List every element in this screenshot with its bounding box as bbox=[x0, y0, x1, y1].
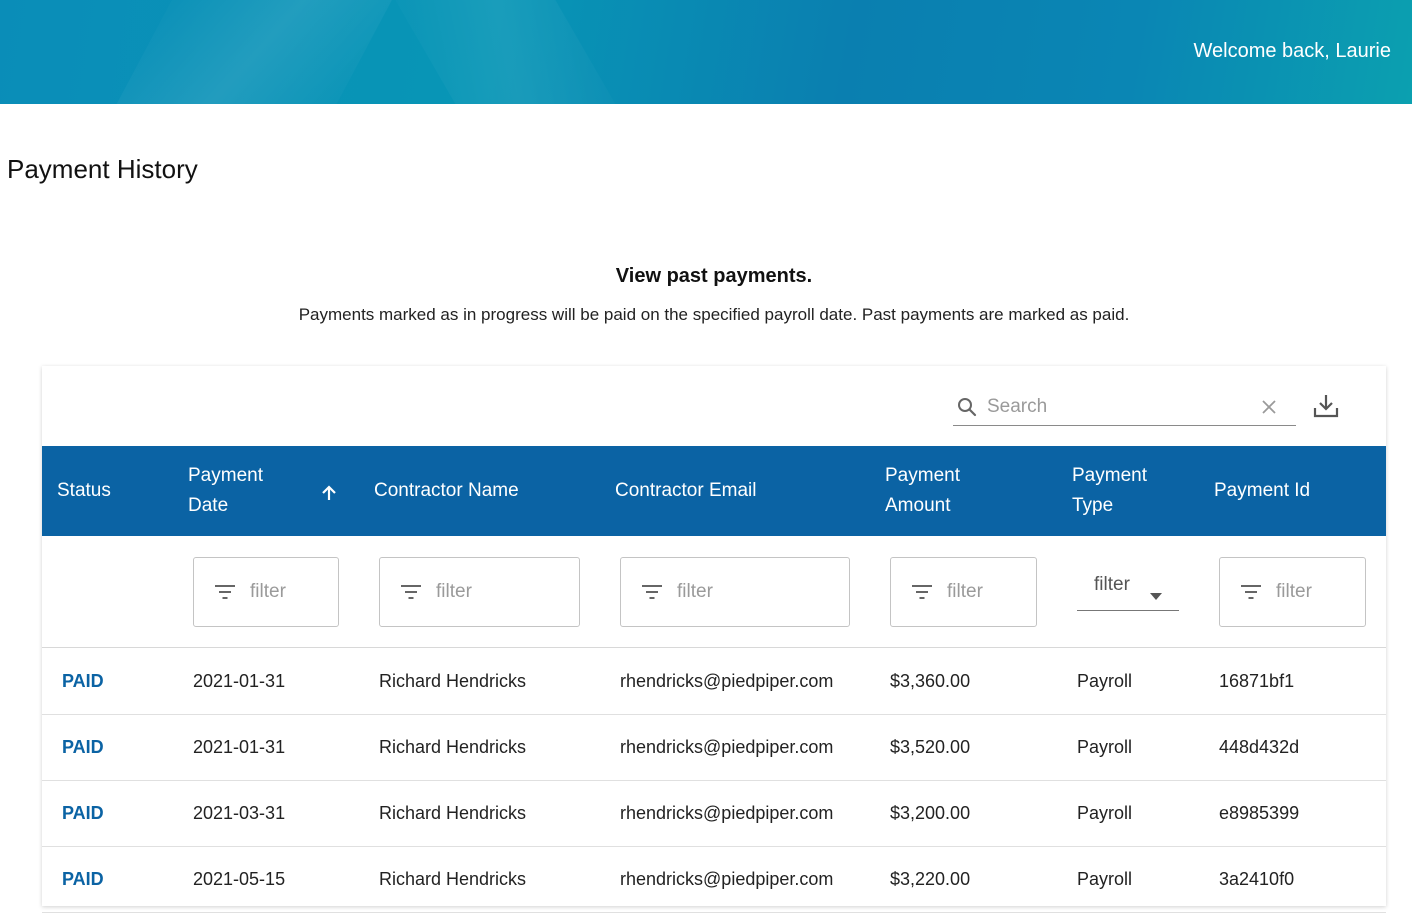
contractor-email-cell: rhendricks@piedpiper.com bbox=[620, 869, 834, 889]
table-toolbar bbox=[42, 366, 1386, 446]
column-header-payment-id[interactable]: Payment Id bbox=[1214, 446, 1310, 536]
filter-placeholder: filter bbox=[677, 581, 713, 602]
filter-row: filter filter filter filter filter filte… bbox=[42, 536, 1386, 648]
column-header-label: Payment bbox=[885, 465, 960, 486]
payment-amount-cell: $3,360.00 bbox=[890, 671, 971, 691]
download-icon[interactable] bbox=[1312, 392, 1340, 425]
payment-date-cell: 2021-03-31 bbox=[193, 803, 286, 823]
filter-placeholder: filter bbox=[1276, 581, 1312, 602]
payment-type-cell: Payroll bbox=[1077, 803, 1133, 823]
payment-id-cell: 3a2410f0 bbox=[1219, 869, 1295, 889]
filter-icon bbox=[641, 583, 663, 606]
page-title: Payment History bbox=[7, 154, 198, 184]
column-header-label: Amount bbox=[885, 495, 951, 516]
payments-table-card: Status Payment Date Contractor Name Cont… bbox=[42, 366, 1386, 913]
payment-id-cell: e8985399 bbox=[1219, 803, 1300, 823]
intro-title: View past payments. bbox=[615, 265, 813, 287]
table-header: Status Payment Date Contractor Name Cont… bbox=[42, 446, 1386, 536]
filter-icon bbox=[400, 583, 422, 606]
clear-search-icon[interactable] bbox=[1260, 398, 1278, 421]
caret-down-icon bbox=[1150, 588, 1162, 606]
column-header-label: Type bbox=[1072, 495, 1114, 516]
column-header-label: Date bbox=[188, 495, 229, 516]
intro-text: Payments marked as in progress will be p… bbox=[298, 305, 1130, 324]
column-header-status[interactable]: Status bbox=[57, 446, 111, 536]
contractor-email-filter[interactable]: filter bbox=[620, 557, 850, 627]
filter-icon bbox=[1240, 583, 1262, 606]
payment-amount-filter[interactable]: filter bbox=[890, 557, 1037, 627]
column-header-contractor-name[interactable]: Contractor Name bbox=[374, 446, 519, 536]
status-badge: PAID bbox=[62, 737, 104, 757]
contractor-name-cell: Richard Hendricks bbox=[379, 803, 527, 823]
sort-arrow-up-icon[interactable] bbox=[320, 482, 338, 512]
search-input[interactable] bbox=[987, 392, 1247, 422]
contractor-name-filter[interactable]: filter bbox=[379, 557, 580, 627]
payment-date-cell: 2021-01-31 bbox=[193, 671, 286, 691]
payment-amount-cell: $3,520.00 bbox=[890, 737, 971, 757]
search-field[interactable] bbox=[953, 390, 1296, 426]
banner-decoration bbox=[360, 0, 660, 104]
table-row[interactable]: PAID 2021-01-31 Richard Hendricks rhendr… bbox=[42, 649, 1386, 715]
column-header-contractor-email[interactable]: Contractor Email bbox=[615, 446, 757, 536]
payment-type-cell: Payroll bbox=[1077, 671, 1133, 691]
filter-placeholder: filter bbox=[436, 581, 472, 602]
welcome-message: Welcome back, Laurie bbox=[1193, 40, 1392, 62]
contractor-name-cell: Richard Hendricks bbox=[379, 869, 527, 889]
filter-icon bbox=[214, 583, 236, 606]
filter-placeholder: filter bbox=[250, 581, 286, 602]
column-header-payment-amount[interactable]: Payment Amount bbox=[885, 446, 960, 536]
payment-id-cell: 448d432d bbox=[1219, 737, 1300, 757]
payment-id-cell: 16871bf1 bbox=[1219, 671, 1295, 691]
filter-placeholder: filter bbox=[1094, 574, 1130, 595]
filter-icon bbox=[911, 583, 933, 606]
filter-placeholder: filter bbox=[947, 581, 983, 602]
status-badge: PAID bbox=[62, 671, 104, 691]
contractor-name-cell: Richard Hendricks bbox=[379, 671, 527, 691]
contractor-name-cell: Richard Hendricks bbox=[379, 737, 527, 757]
search-icon bbox=[955, 395, 979, 424]
table-row[interactable]: PAID 2021-01-31 Richard Hendricks rhendr… bbox=[42, 715, 1386, 781]
column-header-payment-type[interactable]: Payment Type bbox=[1072, 446, 1147, 536]
contractor-email-cell: rhendricks@piedpiper.com bbox=[620, 803, 834, 823]
column-header-payment-date[interactable]: Payment Date bbox=[188, 446, 348, 536]
table-row[interactable]: PAID 2021-03-31 Richard Hendricks rhendr… bbox=[42, 781, 1386, 847]
payment-date-cell: 2021-01-31 bbox=[193, 737, 286, 757]
status-badge: PAID bbox=[62, 803, 104, 823]
payment-date-cell: 2021-05-15 bbox=[193, 869, 286, 889]
payment-amount-cell: $3,220.00 bbox=[890, 869, 971, 889]
payment-type-cell: Payroll bbox=[1077, 737, 1133, 757]
contractor-email-cell: rhendricks@piedpiper.com bbox=[620, 671, 834, 691]
banner-decoration bbox=[76, 0, 424, 104]
status-badge: PAID bbox=[62, 869, 104, 889]
payment-date-filter[interactable]: filter bbox=[193, 557, 339, 627]
column-header-label: Payment bbox=[1072, 465, 1147, 486]
header-banner: Welcome back, Laurie bbox=[0, 0, 1412, 104]
table-row[interactable]: PAID 2021-05-15 Richard Hendricks rhendr… bbox=[42, 847, 1386, 913]
contractor-email-cell: rhendricks@piedpiper.com bbox=[620, 737, 834, 757]
column-header-label: Payment bbox=[188, 465, 263, 486]
payment-type-cell: Payroll bbox=[1077, 869, 1133, 889]
payment-type-filter-select[interactable]: filter bbox=[1077, 566, 1179, 611]
payment-id-filter[interactable]: filter bbox=[1219, 557, 1366, 627]
payment-amount-cell: $3,200.00 bbox=[890, 803, 971, 823]
